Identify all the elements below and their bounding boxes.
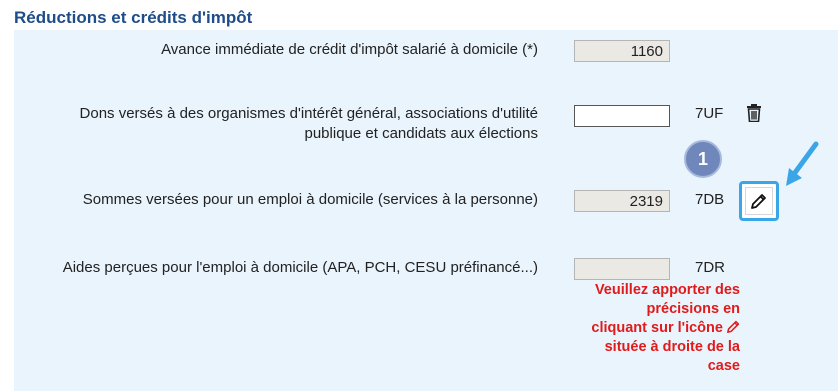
- warning-message: Veuillez apporter des précisions en cliq…: [560, 281, 740, 376]
- row-label-emploi-domicile: Sommes versées pour un emploi à domicile…: [82, 191, 538, 208]
- section-title: Réductions et crédits d'impôt: [14, 8, 253, 27]
- field-avance-credit: 1160: [574, 40, 670, 62]
- field-aides-percues: [574, 258, 670, 280]
- warning-line3: cliquant sur l'icône: [591, 320, 723, 336]
- row-label-dons-line1: Dons versés à des organismes d'intérêt g…: [79, 105, 538, 122]
- field-dons-input[interactable]: [574, 105, 670, 127]
- pencil-icon: [751, 194, 766, 209]
- row-label-aides-percues: Aides perçues pour l'emploi à domicile (…: [62, 259, 538, 276]
- step-number-badge: 1: [684, 140, 722, 178]
- warning-line2: précisions en: [646, 301, 740, 317]
- trash-icon[interactable]: [746, 104, 762, 122]
- row-label-avance-credit: Avance immédiate de crédit d'impôt salar…: [161, 41, 538, 58]
- warning-line5: case: [707, 358, 740, 374]
- warning-line4: située à droite de la: [604, 339, 740, 355]
- row-label-dons-line2: publique et candidats aux élections: [304, 125, 539, 142]
- row-label-dons: Dons versés à des organismes d'intérêt g…: [18, 104, 538, 144]
- callout-arrow-icon: [786, 141, 819, 186]
- code-7db: 7DB: [695, 191, 725, 208]
- pencil-icon-inline: [727, 320, 740, 333]
- code-7uf: 7UF: [695, 105, 724, 122]
- code-7dr: 7DR: [695, 259, 726, 276]
- edit-button[interactable]: [745, 187, 773, 215]
- field-emploi-domicile: 2319: [574, 190, 670, 212]
- warning-line1: Veuillez apporter des: [594, 282, 740, 298]
